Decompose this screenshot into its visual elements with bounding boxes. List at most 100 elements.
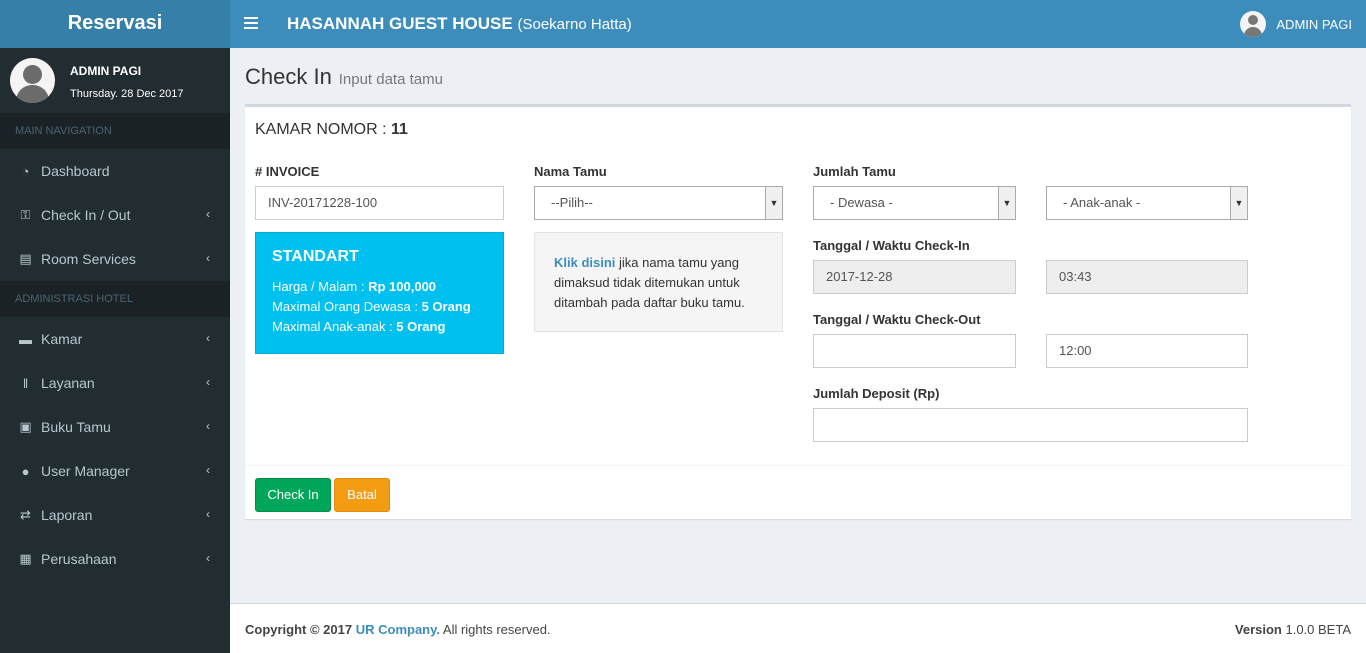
room-price-line: Harga / Malam : Rp 100,000 bbox=[272, 277, 487, 297]
header-user-menu[interactable]: ADMIN PAGI bbox=[1240, 11, 1352, 37]
chevron-down-icon: ▼ bbox=[1230, 187, 1247, 219]
exchange-icon: ⇄ bbox=[20, 507, 31, 522]
invoice-label: # INVOICE bbox=[255, 164, 320, 179]
sidebar-item-check-in-out[interactable]: ⚿ Check In / Out ‹ bbox=[0, 193, 230, 237]
guest-name-selected: --Pilih-- bbox=[551, 195, 593, 210]
guest-name-label: Nama Tamu bbox=[534, 164, 607, 179]
sidebar-user-name: ADMIN PAGI bbox=[70, 64, 142, 78]
app-logo[interactable]: Reservasi bbox=[0, 0, 230, 48]
cutlery-icon: ‖ bbox=[22, 375, 29, 391]
sidebar-item-laporan[interactable]: ⇄ Laporan ‹ bbox=[0, 493, 230, 537]
room-number: 11 bbox=[391, 121, 408, 138]
chevron-down-icon: ▼ bbox=[765, 187, 782, 219]
page-footer: Copyright © 2017 UR Company. All rights … bbox=[230, 603, 1366, 653]
sidebar-item-label: Dashboard bbox=[41, 163, 110, 179]
version-label: Version bbox=[1234, 622, 1282, 637]
checkin-label: Tanggal / Waktu Check-In bbox=[813, 238, 970, 253]
rights-text: All rights reserved. bbox=[440, 622, 551, 637]
sidebar-item-layanan[interactable]: ‖ Layanan ‹ bbox=[0, 361, 230, 405]
header-user-name: ADMIN PAGI bbox=[1276, 16, 1352, 32]
dashboard-icon: ◔ bbox=[21, 163, 30, 179]
brand-name: HASANNAH GUEST HOUSE bbox=[287, 14, 513, 33]
admin-nav: ▬ Kamar ‹ ‖ Layanan ‹ ▣ Buku Tamu ‹ ● User Manager… bbox=[0, 317, 230, 581]
sidebar-item-label: Kamar bbox=[41, 331, 83, 347]
guest-note: Klik disini jika nama tamu yang dimaksud… bbox=[534, 232, 783, 332]
room-info-callout: STANDART Harga / Malam : Rp 100,000 Maxi… bbox=[255, 232, 504, 354]
chevron-left-icon: ‹ bbox=[206, 207, 210, 221]
add-guest-link[interactable]: Klik disini bbox=[554, 255, 615, 270]
checkin-form-box: KAMAR NOMOR : 11 # INVOICE INV-20171228-… bbox=[245, 104, 1351, 519]
sidebar-item-kamar[interactable]: ▬ Kamar ‹ bbox=[0, 317, 230, 361]
sidebar-item-room-services[interactable]: ▤ Room Services ‹ bbox=[0, 237, 230, 281]
copyright-prefix: Copyright © 2017 bbox=[245, 622, 353, 637]
sidebar-item-label: Perusahaan bbox=[41, 551, 117, 567]
sidebar: ADMIN PAGI Thursday. 28 Dec 2017 MAIN NA… bbox=[0, 48, 230, 653]
room-price-label: Harga / Malam : bbox=[272, 279, 365, 294]
page-subtitle: Input data tamu bbox=[338, 71, 443, 88]
version-value: 1.0.0 BETA bbox=[1281, 622, 1351, 637]
deposit-input[interactable] bbox=[813, 408, 1248, 442]
avatar bbox=[1240, 11, 1267, 37]
main-nav: ◔ Dashboard ⚿ Check In / Out ‹ ▤ Room Services… bbox=[0, 149, 230, 281]
top-navbar: HASANNAH GUEST HOUSE (Soekarno Hatta) AD… bbox=[230, 0, 1366, 48]
sidebar-item-buku-tamu[interactable]: ▣ Buku Tamu ‹ bbox=[0, 405, 230, 449]
room-type: STANDART bbox=[272, 248, 359, 265]
children-selected: - Anak-anak - bbox=[1063, 195, 1141, 210]
brand-title: HASANNAH GUEST HOUSE (Soekarno Hatta) bbox=[287, 14, 632, 34]
room-max-child-label: Maximal Anak-anak : bbox=[272, 319, 393, 334]
bed-icon: ▬ bbox=[19, 331, 32, 347]
sidebar-toggle-icon[interactable] bbox=[244, 15, 258, 33]
room-max-child-value: 5 Orang bbox=[396, 319, 446, 334]
room-label: KAMAR NOMOR : bbox=[255, 121, 387, 138]
avatar bbox=[10, 58, 55, 103]
brand-location: (Soekarno Hatta) bbox=[517, 16, 632, 33]
children-select[interactable]: - Anak-anak - ▼ bbox=[1046, 186, 1248, 220]
chevron-left-icon: ‹ bbox=[206, 251, 210, 265]
checkin-button[interactable]: Check In bbox=[255, 478, 331, 512]
checkin-date-input: 2017-12-28 bbox=[813, 260, 1016, 294]
chevron-down-icon: ▼ bbox=[998, 187, 1015, 219]
nav-header-main: MAIN NAVIGATION bbox=[0, 113, 230, 149]
box-footer bbox=[245, 465, 1351, 519]
nav-header-admin: ADMINISTRASI HOTEL bbox=[0, 281, 230, 317]
sidebar-item-perusahaan[interactable]: ▦ Perusahaan ‹ bbox=[0, 537, 230, 581]
sidebar-item-dashboard[interactable]: ◔ Dashboard bbox=[0, 149, 230, 193]
user-panel: ADMIN PAGI Thursday. 28 Dec 2017 bbox=[0, 48, 230, 113]
chevron-left-icon: ‹ bbox=[206, 331, 210, 345]
copyright: Copyright © 2017 UR Company. All rights … bbox=[245, 622, 551, 637]
room-price-value: Rp 100,000 bbox=[368, 279, 437, 294]
deposit-label: Jumlah Deposit (Rp) bbox=[813, 386, 940, 401]
invoice-input[interactable]: INV-20171228-100 bbox=[255, 186, 504, 220]
briefcase-icon: ▣ bbox=[19, 419, 32, 434]
sidebar-item-label: Buku Tamu bbox=[41, 419, 111, 435]
page-title-text: Check In bbox=[245, 64, 332, 89]
adults-select[interactable]: - Dewasa - ▼ bbox=[813, 186, 1016, 220]
cancel-button[interactable]: Batal bbox=[334, 478, 390, 512]
checkin-time-input: 03:43 bbox=[1046, 260, 1248, 294]
room-max-child-line: Maximal Anak-anak : 5 Orang bbox=[272, 317, 487, 337]
building-icon: ▦ bbox=[19, 551, 32, 566]
user-icon: ● bbox=[21, 463, 30, 479]
room-title: KAMAR NOMOR : 11 bbox=[255, 121, 408, 139]
chevron-left-icon: ‹ bbox=[206, 507, 210, 521]
guest-name-select[interactable]: --Pilih-- ▼ bbox=[534, 186, 783, 220]
chevron-left-icon: ‹ bbox=[206, 551, 210, 565]
checkout-time-input[interactable]: 12:00 bbox=[1046, 334, 1248, 368]
company-link[interactable]: UR Company. bbox=[356, 622, 440, 637]
page-title: Check In Input data tamu bbox=[245, 64, 443, 90]
key-icon: ⚿ bbox=[20, 207, 31, 222]
sidebar-item-label: Check In / Out bbox=[41, 207, 131, 223]
chevron-left-icon: ‹ bbox=[206, 419, 210, 433]
sidebar-item-label: User Manager bbox=[41, 463, 130, 479]
chevron-left-icon: ‹ bbox=[206, 375, 210, 389]
room-max-adult-value: 5 Orang bbox=[421, 299, 471, 314]
sidebar-user-date: Thursday. 28 Dec 2017 bbox=[70, 88, 184, 100]
chevron-left-icon: ‹ bbox=[206, 463, 210, 477]
version: Version 1.0.0 BETA bbox=[1235, 622, 1351, 637]
checkout-date-input[interactable] bbox=[813, 334, 1016, 368]
sidebar-item-label: Laporan bbox=[41, 507, 93, 523]
sidebar-item-user-manager[interactable]: ● User Manager ‹ bbox=[0, 449, 230, 493]
sidebar-item-label: Layanan bbox=[41, 375, 95, 391]
adults-selected: - Dewasa - bbox=[830, 195, 893, 210]
sidebar-item-label: Room Services bbox=[41, 251, 136, 267]
